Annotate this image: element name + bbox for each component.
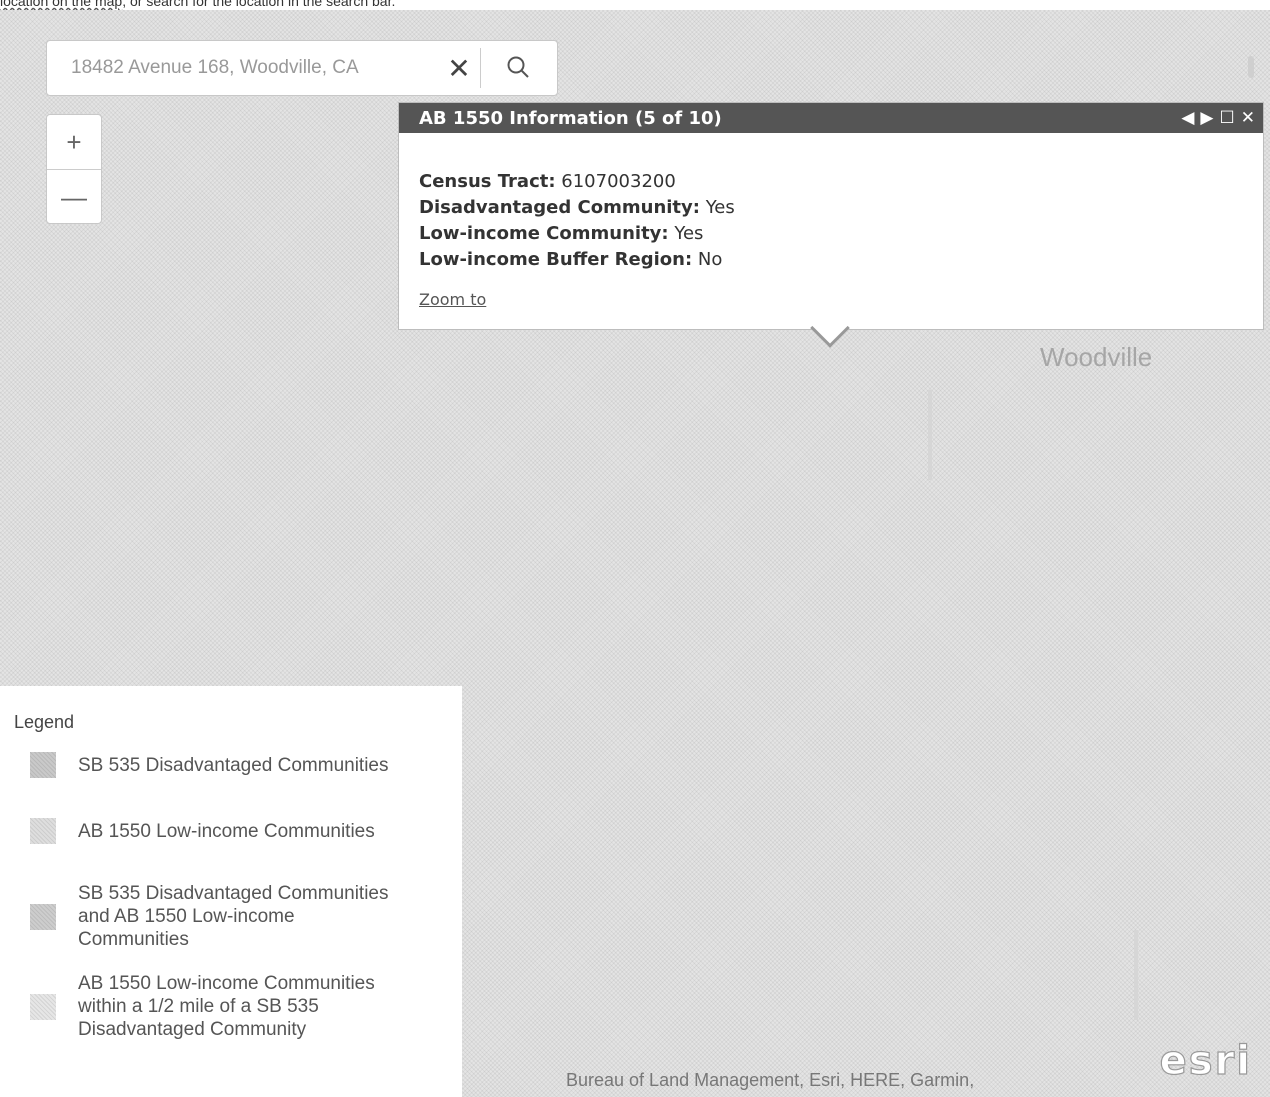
map-road bbox=[928, 390, 932, 480]
zoom-control: + — bbox=[46, 114, 102, 224]
map-scroll-hint bbox=[1248, 56, 1254, 78]
map-attribution: Bureau of Land Management, Esri, HERE, G… bbox=[566, 1070, 975, 1090]
esri-logo[interactable]: esri bbox=[1159, 1037, 1252, 1084]
popup-header: AB 1550 Information (5 of 10) ◀ ▶ ☐ ✕ bbox=[399, 103, 1263, 133]
magnifier-icon[interactable] bbox=[481, 48, 557, 88]
instruction-underlined: location on the map bbox=[0, 0, 123, 9]
map-road bbox=[1134, 930, 1138, 1020]
legend-label: AB 1550 Low-income Communities within a … bbox=[78, 973, 375, 1040]
search-input[interactable] bbox=[47, 40, 438, 96]
popup-field-census-tract: Census Tract: 6107003200 bbox=[419, 171, 676, 192]
legend-panel: Legend SB 535 Disadvantaged Communities … bbox=[0, 686, 462, 1097]
legend-item: AB 1550 Low-income Communities bbox=[30, 818, 408, 844]
legend-label: SB 535 Disadvantaged Communities and AB … bbox=[78, 883, 389, 950]
map-city-label: Woodville bbox=[1040, 342, 1153, 372]
popup-controls: ◀ ▶ ☐ ✕ bbox=[1181, 108, 1255, 128]
close-icon[interactable]: ✕ bbox=[1241, 108, 1255, 128]
info-popup: AB 1550 Information (5 of 10) ◀ ▶ ☐ ✕ Ce… bbox=[398, 102, 1264, 330]
instruction-text: location on the map, or search for the l… bbox=[0, 0, 1270, 10]
legend-swatch bbox=[30, 752, 56, 778]
legend-label: SB 535 Disadvantaged Communities bbox=[78, 754, 389, 776]
popup-title: AB 1550 Information (5 of 10) bbox=[419, 107, 722, 129]
search-widget: ✕ bbox=[46, 40, 558, 96]
legend-swatch bbox=[30, 993, 56, 1020]
popup-body: Census Tract: 6107003200 Disadvantaged C… bbox=[399, 133, 1263, 313]
popup-field-low-income: Low-income Community: Yes bbox=[419, 223, 704, 244]
next-icon[interactable]: ▶ bbox=[1200, 108, 1213, 128]
legend-label: AB 1550 Low-income Communities bbox=[78, 820, 375, 842]
zoom-to-link[interactable]: Zoom to bbox=[419, 287, 486, 313]
previous-icon[interactable]: ◀ bbox=[1181, 108, 1194, 128]
legend-title: Legend bbox=[14, 712, 75, 732]
legend-swatch bbox=[30, 818, 56, 844]
close-icon[interactable]: ✕ bbox=[438, 48, 481, 88]
legend-item: SB 535 Disadvantaged Communities and AB … bbox=[30, 882, 408, 951]
zoom-out-button[interactable]: — bbox=[47, 169, 101, 224]
legend-item: SB 535 Disadvantaged Communities bbox=[30, 752, 408, 778]
instruction-rest: , or search for the location in the sear… bbox=[122, 0, 396, 9]
popup-field-disadvantaged: Disadvantaged Community: Yes bbox=[419, 197, 735, 218]
maximize-icon[interactable]: ☐ bbox=[1220, 108, 1235, 128]
legend-item: AB 1550 Low-income Communities within a … bbox=[30, 972, 408, 1041]
legend-swatch bbox=[30, 903, 56, 930]
popup-field-buffer-region: Low-income Buffer Region: No bbox=[419, 249, 723, 270]
zoom-in-button[interactable]: + bbox=[47, 115, 101, 169]
